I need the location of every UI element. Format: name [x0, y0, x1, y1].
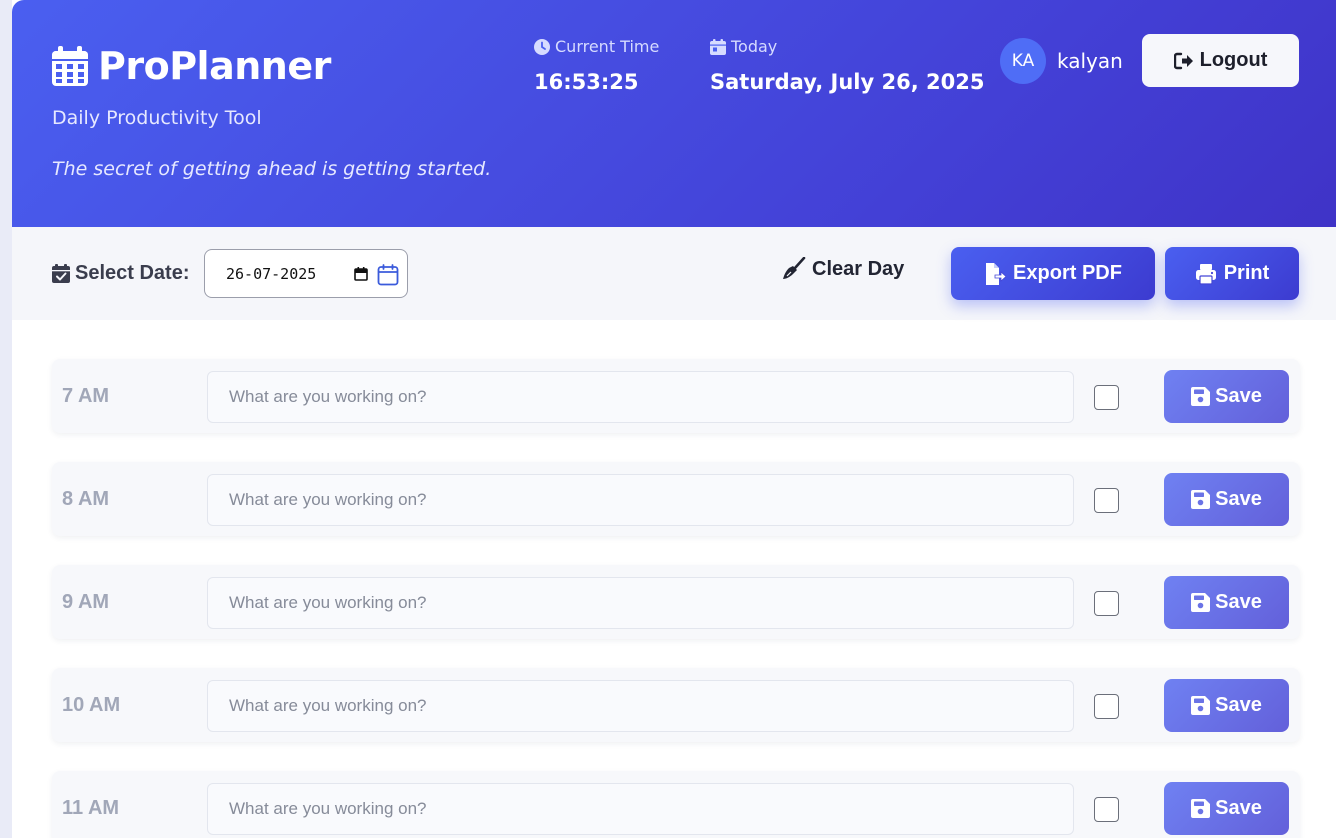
brand: ProPlanner [52, 44, 331, 88]
task-input[interactable] [207, 577, 1074, 629]
save-label: Save [1215, 385, 1262, 407]
toolbar: Select Date: 26-07-2025 Clear Day Export… [12, 227, 1336, 320]
slot-time-label: 10 AM [62, 694, 121, 716]
sign-out-icon [1173, 52, 1193, 69]
save-button[interactable]: Save [1164, 576, 1289, 629]
printer-icon [1195, 263, 1216, 285]
calendar-icon[interactable] [377, 264, 399, 286]
task-input[interactable] [207, 371, 1074, 423]
task-done-checkbox[interactable] [1094, 591, 1119, 616]
save-label: Save [1215, 694, 1262, 716]
motivational-quote: The secret of getting ahead is getting s… [52, 158, 492, 180]
calendar-day-icon [710, 38, 726, 55]
calendar-check-icon [52, 264, 70, 283]
task-input[interactable] [207, 783, 1074, 835]
current-time-label: Current Time [555, 37, 660, 56]
export-pdf-button[interactable]: Export PDF [951, 247, 1155, 300]
slot-time-label: 7 AM [62, 385, 110, 407]
today-label-row: Today [710, 37, 984, 56]
app-title: ProPlanner [98, 44, 331, 88]
save-label: Save [1215, 488, 1262, 510]
task-input[interactable] [207, 474, 1074, 526]
today-block: Today Saturday, July 26, 2025 [710, 37, 984, 94]
slot-time-label: 8 AM [62, 488, 110, 510]
save-button[interactable]: Save [1164, 473, 1289, 526]
task-done-checkbox[interactable] [1094, 385, 1119, 410]
clock-icon [534, 38, 550, 55]
save-button[interactable]: Save [1164, 370, 1289, 423]
current-time-block: Current Time 16:53:25 [534, 37, 659, 94]
username: kalyan [1057, 49, 1123, 73]
calendar-icon [52, 46, 88, 86]
save-label: Save [1215, 591, 1262, 613]
current-time-value: 16:53:25 [534, 70, 639, 94]
time-slot-row: 7 AM Save [52, 359, 1300, 433]
task-done-checkbox[interactable] [1094, 694, 1119, 719]
file-export-icon [986, 262, 1007, 285]
logout-label: Logout [1199, 49, 1268, 71]
floppy-disk-icon [1191, 387, 1211, 406]
floppy-disk-icon [1191, 696, 1211, 715]
clear-day-label: Clear Day [812, 257, 905, 280]
task-done-checkbox[interactable] [1094, 488, 1119, 513]
header: ProPlanner Daily Productivity Tool The s… [12, 0, 1336, 227]
today-date-value: Saturday, July 26, 2025 [710, 70, 985, 94]
print-button[interactable]: Print [1165, 247, 1299, 300]
broom-icon [783, 257, 806, 279]
floppy-disk-icon [1191, 490, 1211, 509]
save-label: Save [1215, 797, 1262, 819]
print-label: Print [1223, 262, 1270, 284]
save-button[interactable]: Save [1164, 679, 1289, 732]
logout-button[interactable]: Logout [1142, 34, 1299, 87]
time-slot-row: 10 AM Save [52, 668, 1300, 742]
current-time-label-row: Current Time [534, 37, 659, 56]
floppy-disk-icon [1191, 799, 1211, 818]
time-slot-list: 7 AM Save 8 AM S [52, 359, 1300, 838]
slot-time-label: 11 AM [62, 797, 120, 819]
slot-time-label: 9 AM [62, 591, 110, 613]
today-label: Today [731, 37, 778, 56]
floppy-disk-icon [1191, 593, 1211, 612]
task-done-checkbox[interactable] [1094, 797, 1119, 822]
user-profile: KA kalyan [1000, 38, 1123, 84]
save-button[interactable]: Save [1164, 782, 1289, 835]
date-input[interactable]: 26-07-2025 [204, 249, 408, 298]
date-input-value: 26-07-2025 [226, 264, 317, 283]
select-date-label-row: Select Date: [52, 262, 190, 285]
time-slot-row: 9 AM Save [52, 565, 1300, 639]
avatar: KA [1000, 38, 1046, 84]
planner-app: ProPlanner Daily Productivity Tool The s… [12, 0, 1336, 838]
app-subtitle: Daily Productivity Tool [52, 107, 262, 129]
export-pdf-label: Export PDF [1013, 262, 1122, 284]
time-slot-row: 8 AM Save [52, 462, 1300, 536]
time-slot-row: 11 AM Save [52, 771, 1300, 838]
calendar-picker-icon[interactable] [354, 267, 368, 281]
select-date-label: Select Date: [75, 262, 190, 284]
task-input[interactable] [207, 680, 1074, 732]
clear-day-button[interactable]: Clear Day [782, 257, 904, 281]
